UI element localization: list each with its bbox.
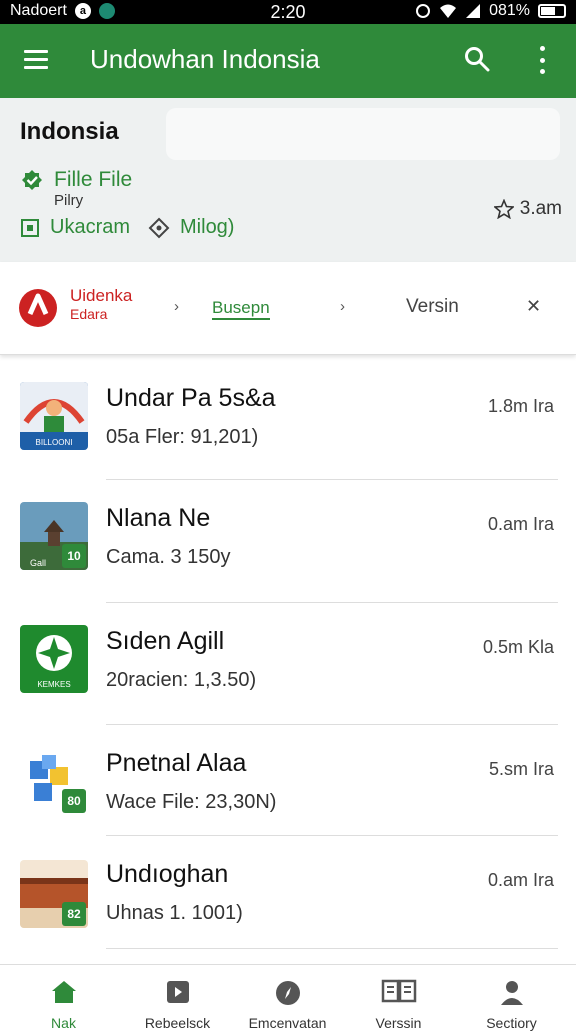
item-subtitle: Uhnas 1. 1001) <box>106 902 243 924</box>
version-badge: 80 <box>62 789 86 813</box>
item-name: Undıoghan <box>106 860 229 888</box>
list-item[interactable]: KEMKES Sıden Agill 20racien: 1,3.50) 0.5… <box>0 605 576 725</box>
item-size: 0.am Ira <box>487 514 554 534</box>
brand-name[interactable]: Uidenka Edara <box>70 286 132 324</box>
filter-tab-version[interactable]: Versin <box>406 296 459 318</box>
app-thumbnail: 82 <box>20 860 88 928</box>
close-icon[interactable]: ✕ <box>526 296 541 317</box>
list-item[interactable]: 80 Pnetnal Alaa Wace File: 23,30N) 5.sm … <box>0 727 576 847</box>
app-title: Undowhan Indonsia <box>90 44 320 74</box>
person-icon <box>500 981 523 1005</box>
list-item[interactable]: BILLOONI Undar Pa 5s&a 05a Fler: 91,201)… <box>0 362 576 482</box>
battery-percent: 081% <box>489 2 530 19</box>
app-thumbnail: KEMKES <box>20 625 88 693</box>
sync-icon <box>416 4 431 18</box>
list-item[interactable]: 82 Undıoghan Uhnas 1. 1001) 0.am Ira <box>0 838 576 958</box>
item-size: 0.am Ira <box>487 870 554 890</box>
nav-feedback[interactable]: Rebeelsck <box>120 965 235 1031</box>
nav-label: Rebeelsck <box>144 1015 211 1031</box>
app-thumbnail: BILLOONI <box>20 382 88 450</box>
item-subtitle: 20racien: 1,3.50) <box>106 669 257 691</box>
svg-text:BILLOONI: BILLOONI <box>36 438 73 447</box>
wifi-icon <box>440 4 457 18</box>
brand-logo[interactable] <box>18 288 58 328</box>
star-icon <box>493 199 514 219</box>
header-panel: Indonsia Fille File Pilry Ukacram Milog)… <box>0 98 576 262</box>
brand-name-line2: Edara <box>70 306 108 322</box>
item-name: Undar Pa 5s&a <box>106 384 276 412</box>
tag-icon <box>148 217 170 238</box>
item-name: Pnetnal Alaa <box>106 749 247 777</box>
app-bar: Undowhan Indonsia <box>0 24 576 98</box>
rating: 3.am <box>493 198 562 220</box>
signal-icon <box>466 4 481 18</box>
home-icon <box>51 981 76 1003</box>
divider <box>106 602 558 603</box>
battery-icon <box>538 4 566 18</box>
menu-icon[interactable] <box>24 50 48 70</box>
divider <box>106 479 558 480</box>
people-illustration-icon: BILLOONI <box>20 382 88 450</box>
compass-icon <box>275 981 300 1005</box>
divider <box>106 724 558 725</box>
svg-text:Gall: Gall <box>30 558 46 568</box>
chevron-right-icon: › <box>340 298 345 315</box>
filter-tab-active[interactable]: Busepn <box>212 298 270 320</box>
emblem-icon: KEMKES <box>20 625 88 693</box>
file-filter-sub: Pilry <box>54 192 84 209</box>
item-subtitle: Cama. 3 150y <box>106 546 231 568</box>
divider <box>106 948 558 949</box>
item-name: Sıden Agill <box>106 627 225 655</box>
item-size: 1.8m Ira <box>487 396 554 416</box>
filter-bar: Uidenka Edara › Busepn › Versin ✕ <box>0 262 576 355</box>
nav-label: Emcenvatan <box>248 1015 327 1031</box>
item-name: Nlana Ne <box>106 504 211 532</box>
category-row: Ukacram Milog) <box>20 216 234 239</box>
video-icon <box>166 981 189 1003</box>
list-item[interactable]: Gall 10 Nlana Ne Cama. 3 150y 0.am Ira <box>0 482 576 603</box>
version-badge: 82 <box>62 902 86 926</box>
region-title: Indonsia <box>20 118 119 145</box>
nav-home[interactable]: Nak <box>6 965 121 1031</box>
category-label-b[interactable]: Milog) <box>180 216 234 239</box>
brand-name-line1: Uidenka <box>70 286 133 305</box>
item-subtitle: 05a Fler: 91,201) <box>106 426 259 448</box>
file-filter[interactable]: Fille File <box>20 168 132 192</box>
verified-icon <box>22 170 42 190</box>
item-size: 5.sm Ira <box>488 759 554 779</box>
file-filter-label: Fille File <box>54 168 133 191</box>
app-thumbnail: Gall 10 <box>20 502 88 570</box>
more-options-icon[interactable] <box>536 46 548 74</box>
svg-text:KEMKES: KEMKES <box>37 680 70 689</box>
nav-version[interactable]: Verssin <box>341 965 456 1031</box>
nav-explore[interactable]: Emcenvatan <box>230 965 345 1031</box>
bottom-navigation: Nak Rebeelsck Emcenvatan Verssin Sectior… <box>0 964 576 1031</box>
divider <box>106 835 558 836</box>
nav-profile[interactable]: Sectiory <box>454 965 569 1031</box>
app-thumbnail: 80 <box>20 747 88 815</box>
search-icon[interactable] <box>464 46 490 72</box>
item-size: 0.5m Kla <box>482 637 554 657</box>
nav-label: Verssin <box>375 1015 422 1031</box>
nav-label: Sectiory <box>486 1015 537 1031</box>
book-icon <box>381 979 416 1003</box>
chevron-right-icon: › <box>174 298 179 315</box>
version-badge: 10 <box>62 544 86 568</box>
category-label-a[interactable]: Ukacram <box>50 216 130 239</box>
status-bar: Nadoert a 2:20 081% <box>0 0 576 24</box>
checkbox-icon[interactable] <box>20 218 40 238</box>
rating-value: 3.am <box>519 198 562 219</box>
search-field[interactable] <box>166 108 560 160</box>
nav-label: Nak <box>51 1015 76 1031</box>
item-subtitle: Wace File: 23,30N) <box>106 791 277 813</box>
